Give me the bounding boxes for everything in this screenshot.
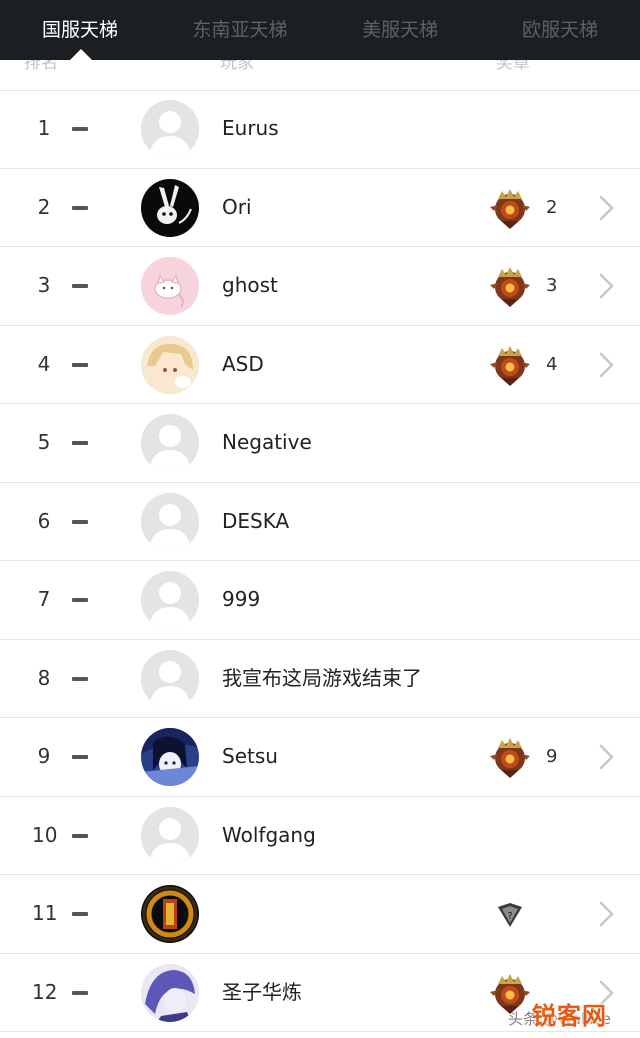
chevron-right-icon[interactable] <box>596 272 616 300</box>
rank-change-flat-icon <box>72 127 88 131</box>
player-name: Eurus <box>222 116 279 140</box>
rank-change-flat-icon <box>72 676 88 681</box>
leaderboard-row[interactable]: 3 ghost 3 <box>0 247 640 326</box>
tab-sea-ladder[interactable]: 东南亚天梯 <box>160 0 320 60</box>
rank-change-flat-icon <box>72 598 88 602</box>
player-name: Setsu <box>222 744 278 768</box>
player-name: Negative <box>222 430 312 454</box>
leaderboard-row[interactable]: 8 我宣布这局游戏结束了 <box>0 639 640 718</box>
medal-rank-number: 3 <box>546 275 558 296</box>
medal-column-header: 奖章 <box>496 60 530 73</box>
rank-change-flat-icon <box>72 362 88 367</box>
leaderboard-row[interactable]: 5 Negative <box>0 404 640 483</box>
rank-number: 9 <box>37 744 51 768</box>
default-avatar-icon <box>141 806 199 865</box>
rank-number: 4 <box>37 351 51 376</box>
rank-change-flat-icon <box>72 990 88 995</box>
immortal-medal-icon <box>488 187 532 231</box>
immortal-medal-icon <box>488 344 532 388</box>
chevron-right-icon[interactable] <box>596 900 616 928</box>
rank-change-flat-icon <box>72 912 88 916</box>
tab-us-ladder[interactable]: 美服天梯 <box>320 0 480 60</box>
rank-number: 2 <box>37 194 51 219</box>
purple-avatar-icon <box>141 963 199 1022</box>
anime-blue-avatar-icon <box>141 728 199 786</box>
player-name: DESKA <box>222 508 290 533</box>
rank-number: 6 <box>37 508 51 533</box>
rank-number: 5 <box>37 430 51 454</box>
rank-change-flat-icon <box>72 519 88 524</box>
player-name: 999 <box>222 587 261 611</box>
watermark: 头条 @Wallice 锐客网 <box>508 996 640 1036</box>
default-avatar-icon <box>141 649 199 708</box>
anime-avatar-icon <box>141 335 199 394</box>
dark-orange-avatar-icon <box>141 885 199 943</box>
rank-change-flat-icon <box>72 755 88 759</box>
leaderboard-row[interactable]: 2 Ori 2 <box>0 168 640 247</box>
medal-rank-number: 4 <box>546 353 558 375</box>
default-avatar-icon <box>141 414 199 472</box>
rank-column-header: 排名 <box>24 60 58 73</box>
player-name: Ori <box>222 194 252 219</box>
chevron-right-icon[interactable] <box>596 351 616 379</box>
player-name: Wolfgang <box>222 822 316 847</box>
player-name: 圣子华炼 <box>222 979 302 1004</box>
region-tab-bar: 国服天梯 东南亚天梯 美服天梯 欧服天梯 <box>0 0 640 60</box>
svg-text:?: ? <box>507 911 512 922</box>
default-avatar-icon <box>141 100 199 158</box>
chevron-right-icon[interactable] <box>596 743 616 771</box>
immortal-medal-icon <box>488 736 532 780</box>
rank-number: 1 <box>37 116 51 140</box>
column-header: 排名 玩家 奖章 <box>0 60 640 91</box>
medal-rank-number: 9 <box>546 746 558 767</box>
pink-cat-avatar-icon <box>141 257 199 315</box>
chevron-right-icon[interactable] <box>596 194 616 222</box>
active-tab-indicator <box>70 49 92 60</box>
rank-number: 8 <box>37 665 51 690</box>
leaderboard-row[interactable]: 11 ? <box>0 875 640 954</box>
player-name: 我宣布这局游戏结束了 <box>222 665 422 690</box>
leaderboard-row[interactable]: 4 ASD 4 <box>0 325 640 404</box>
leaderboard-list: 1 Eurus 2 Ori 2 3 ghost 3 4 ASD 4 5 Nega… <box>0 90 640 1032</box>
leaderboard-row[interactable]: 7 999 <box>0 561 640 640</box>
rank-change-flat-icon <box>72 833 88 838</box>
watermark-brand: 锐客网 <box>532 1002 607 1030</box>
uncalibrated-medal-icon: ? <box>488 893 532 937</box>
rank-change-flat-icon <box>72 205 88 210</box>
leaderboard-row[interactable]: 10 Wolfgang <box>0 796 640 875</box>
leaderboard-row[interactable]: 6 DESKA <box>0 482 640 561</box>
leaderboard-row[interactable]: 9 Setsu 9 <box>0 718 640 797</box>
player-name: ghost <box>222 273 278 297</box>
immortal-medal-icon <box>488 265 532 309</box>
rank-change-flat-icon <box>72 284 88 288</box>
rank-number: 7 <box>37 587 51 611</box>
rank-number: 3 <box>37 273 51 297</box>
leaderboard-row[interactable]: 1 Eurus <box>0 90 640 169</box>
player-column-header: 玩家 <box>220 60 254 73</box>
default-avatar-icon <box>141 492 199 551</box>
medal-rank-number: 2 <box>546 196 558 218</box>
default-avatar-icon <box>141 571 199 629</box>
tab-eu-ladder[interactable]: 欧服天梯 <box>480 0 640 60</box>
rabbit-avatar-icon <box>141 178 199 237</box>
player-name: ASD <box>222 351 264 376</box>
rank-change-flat-icon <box>72 441 88 445</box>
